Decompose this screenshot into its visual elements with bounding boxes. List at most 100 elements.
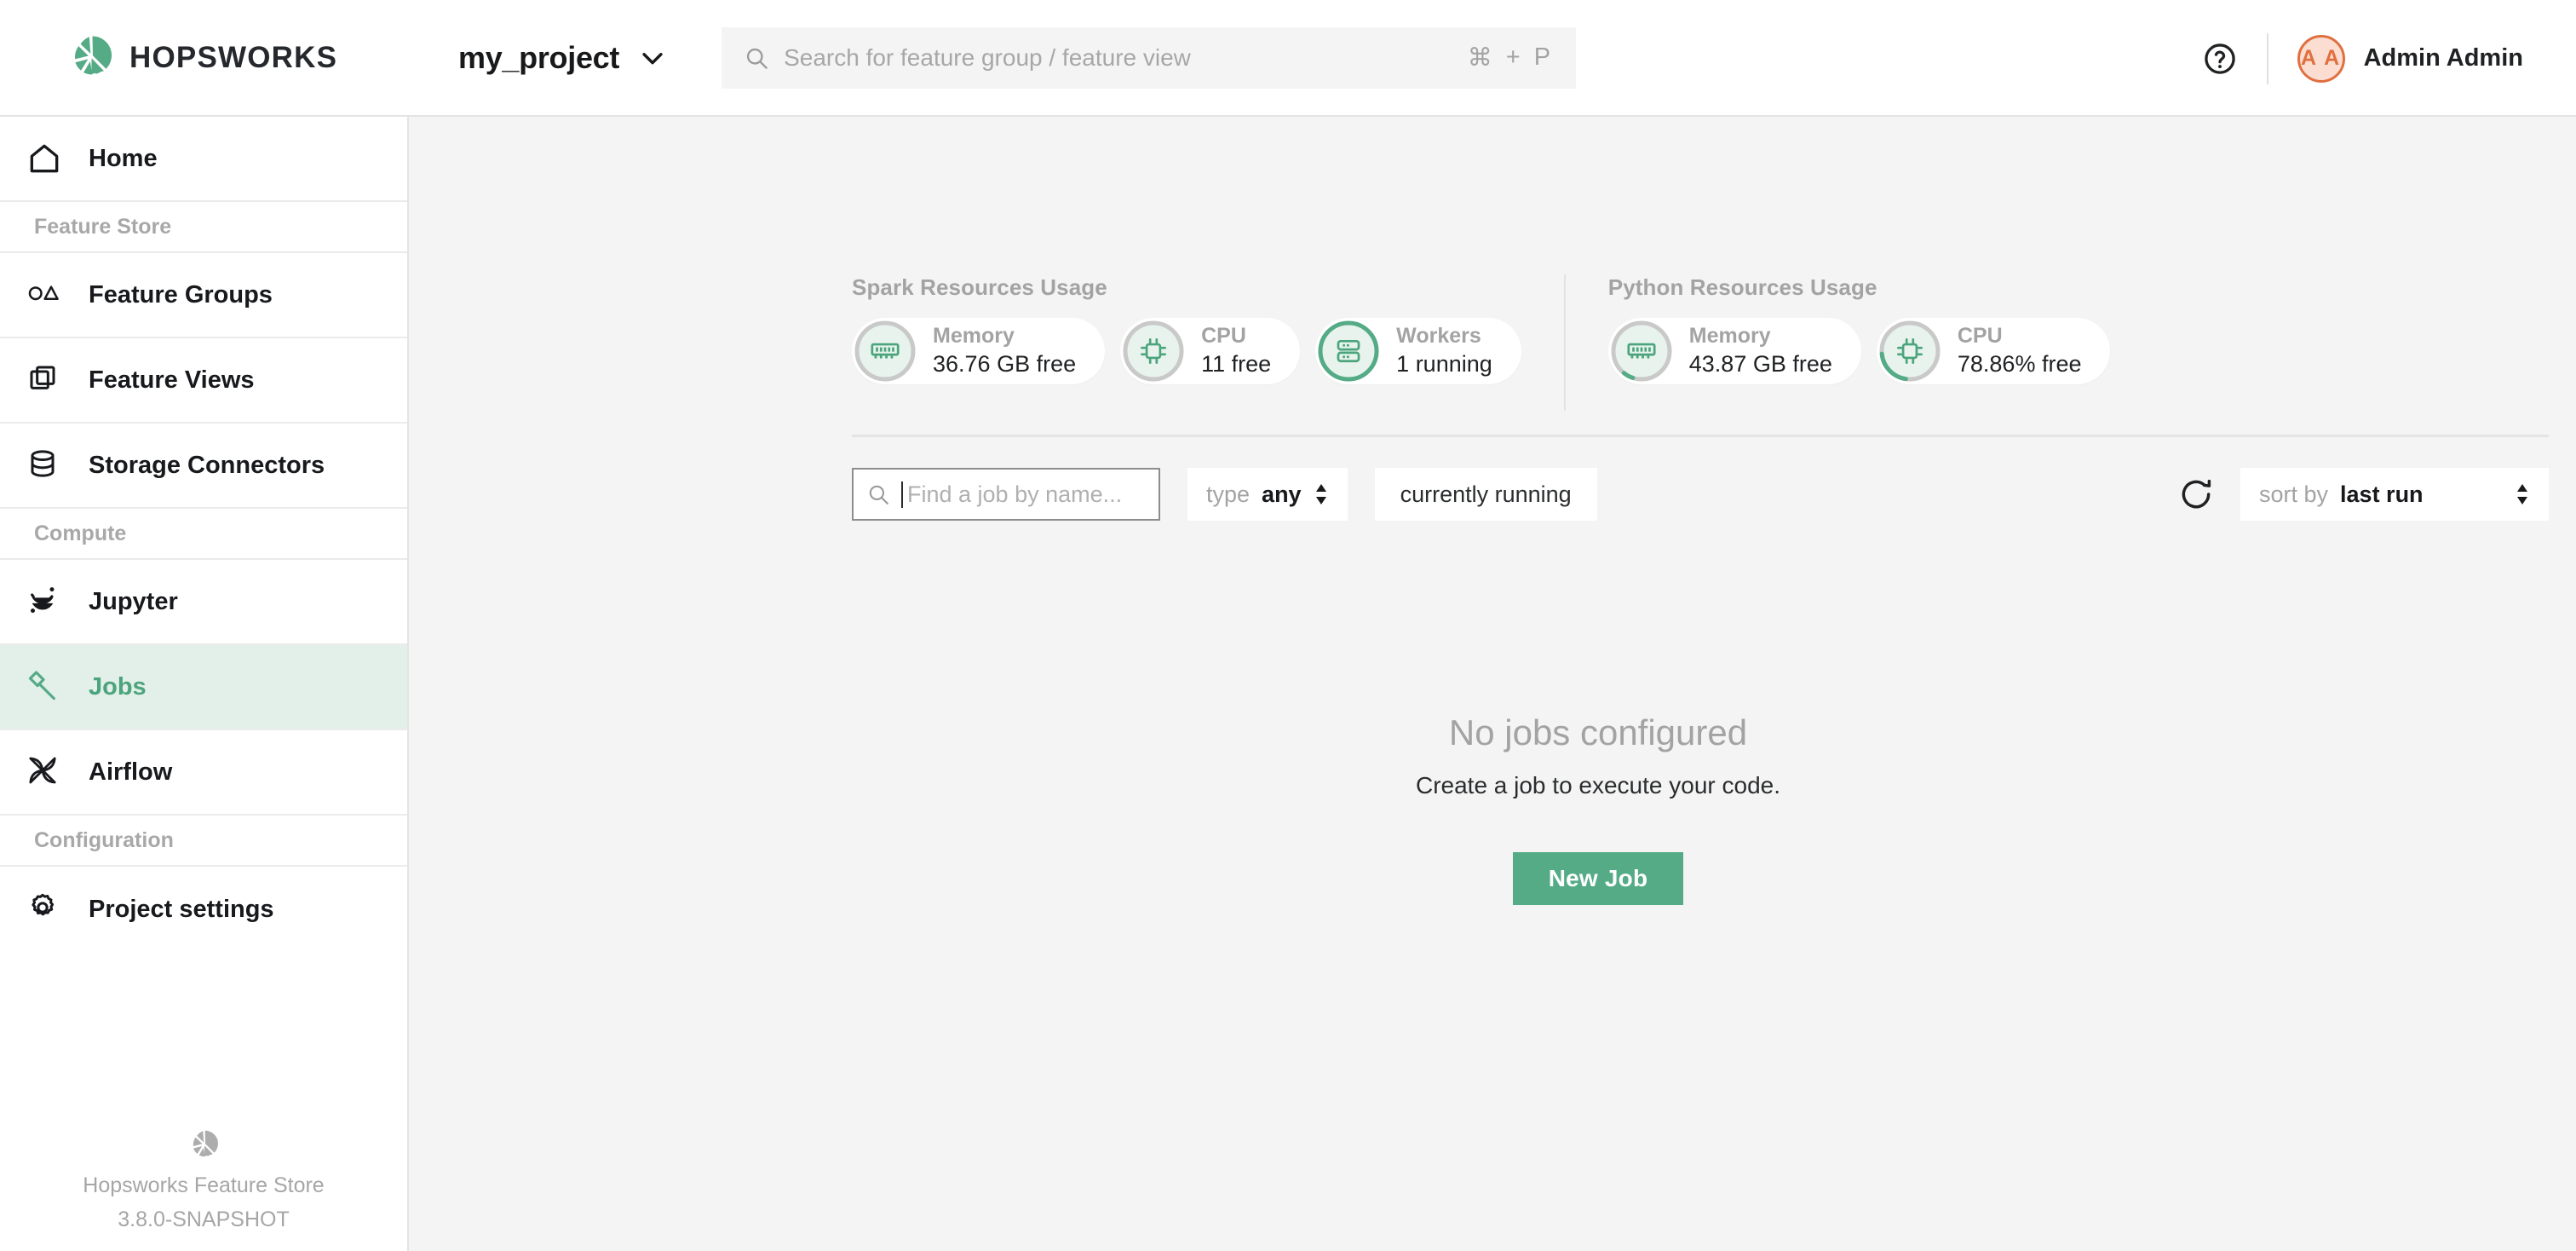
- global-search[interactable]: ⌘ + P: [722, 26, 1577, 89]
- sort-by-select[interactable]: sort by last run: [2240, 468, 2549, 521]
- usage-ring: [1315, 318, 1382, 384]
- sidebar-item-storage-connectors[interactable]: Storage Connectors: [0, 424, 407, 509]
- up-down-arrows-icon: [1314, 481, 1329, 507]
- header-divider: [2266, 32, 2268, 84]
- resource-value: 1 running: [1396, 350, 1492, 377]
- brand-name: HOPSWORKS: [129, 40, 338, 74]
- type-filter-key: type: [1206, 481, 1251, 507]
- circle-triangle-icon: [26, 276, 63, 314]
- hop-cone-logo-icon: [66, 34, 114, 82]
- resource-card-spark-memory[interactable]: Memory 36.76 GB free: [852, 318, 1106, 384]
- body-row: Home Feature Store Feature Groups Featur…: [0, 117, 2576, 1251]
- search-icon: [745, 46, 768, 70]
- server-stack-icon: [1332, 335, 1365, 367]
- footer-version: 3.8.0-SNAPSHOT: [118, 1207, 290, 1231]
- chevron-down-icon: [638, 43, 667, 72]
- empty-state-title: No jobs configured: [1448, 712, 1748, 752]
- sidebar: Home Feature Store Feature Groups Featur…: [0, 117, 409, 1251]
- resource-card-spark-cpu[interactable]: CPU 11 free: [1120, 318, 1301, 384]
- resource-card-texts: CPU 11 free: [1201, 323, 1271, 379]
- resource-card-python-cpu[interactable]: CPU 78.86% free: [1876, 318, 2111, 384]
- hop-cone-logo-gray-icon: [187, 1129, 220, 1162]
- database-cylinder-icon: [26, 447, 63, 484]
- spark-resource-cards: Memory 36.76 GB free CPU 11 free Workers…: [852, 318, 1521, 384]
- resources-vertical-divider: [1563, 274, 1566, 411]
- sidebar-item-feature-groups[interactable]: Feature Groups: [0, 253, 407, 338]
- refresh-icon[interactable]: [2177, 476, 2215, 513]
- empty-state-subtitle: Create a job to execute your code.: [1415, 772, 1781, 798]
- sidebar-item-home[interactable]: Home: [0, 117, 407, 202]
- shortcut-key-cmd: ⌘: [1467, 44, 1492, 72]
- sort-by-key: sort by: [2259, 481, 2329, 507]
- sidebar-item-jobs[interactable]: Jobs: [0, 645, 407, 730]
- project-selector[interactable]: my_project: [458, 40, 667, 76]
- resource-label: CPU: [1957, 324, 2003, 349]
- main-content: Spark Resources Usage Memory 36.76 GB fr…: [409, 117, 2576, 1251]
- sidebar-section-label: Compute: [34, 521, 127, 545]
- job-search-box[interactable]: [852, 468, 1209, 521]
- currently-running-filter[interactable]: currently running: [1374, 468, 1597, 521]
- usage-ring: [852, 318, 918, 384]
- cpu-chip-icon: [1137, 335, 1170, 367]
- resource-label: Memory: [933, 324, 1015, 349]
- sidebar-item-label: Feature Views: [89, 366, 255, 394]
- new-job-button[interactable]: New Job: [1512, 852, 1684, 905]
- jobs-empty-state: No jobs configured Create a job to execu…: [409, 528, 2576, 1251]
- sort-by-value: last run: [2340, 481, 2424, 507]
- sidebar-item-jupyter[interactable]: Jupyter: [0, 560, 407, 645]
- brand-logo[interactable]: HOPSWORKS: [0, 34, 409, 82]
- sidebar-item-label: Airflow: [89, 758, 173, 786]
- type-filter-value: any: [1262, 481, 1302, 507]
- sidebar-item-project-settings[interactable]: Project settings: [0, 867, 407, 952]
- usage-ring: [1877, 318, 1943, 384]
- sidebar-item-feature-views[interactable]: Feature Views: [0, 338, 407, 424]
- resources-area: Spark Resources Usage Memory 36.76 GB fr…: [409, 117, 2576, 437]
- resource-card-texts: Memory 36.76 GB free: [933, 323, 1076, 379]
- resource-label: CPU: [1201, 324, 1246, 349]
- type-filter-select[interactable]: type any: [1187, 468, 1348, 521]
- resource-label: Workers: [1396, 324, 1481, 349]
- resource-value: 11 free: [1201, 350, 1272, 377]
- sidebar-footer: Hopsworks Feature Store 3.8.0-SNAPSHOT: [0, 1129, 407, 1251]
- sidebar-item-label: Storage Connectors: [89, 451, 325, 479]
- avatar[interactable]: A A: [2297, 34, 2345, 83]
- sidebar-item-label: Jobs: [89, 672, 147, 700]
- jupyter-planet-icon: [26, 583, 63, 620]
- house-icon: [26, 140, 63, 177]
- resource-card-spark-workers[interactable]: Workers 1 running: [1315, 318, 1521, 384]
- resource-card-python-memory[interactable]: Memory 43.87 GB free: [1607, 318, 1861, 384]
- shortcut-key-plus: +: [1505, 43, 1521, 71]
- sidebar-section-label: Feature Store: [34, 214, 172, 239]
- sidebar-item-label: Feature Groups: [89, 280, 273, 308]
- question-mark-circle-icon[interactable]: [2202, 41, 2238, 77]
- search-icon: [867, 483, 889, 505]
- pinwheel-icon: [26, 753, 63, 791]
- up-down-arrows-icon: [2515, 481, 2530, 507]
- app-header: HOPSWORKS my_project ⌘ + P A A: [0, 0, 2576, 117]
- search-input[interactable]: [901, 481, 1209, 508]
- search-shortcut-hint: ⌘ + P: [1468, 43, 1550, 72]
- header-right-cluster: A A Admin Admin: [2202, 0, 2523, 117]
- resource-card-texts: Workers 1 running: [1396, 323, 1492, 379]
- sidebar-item-label: Project settings: [89, 895, 274, 923]
- resource-label: Memory: [1688, 324, 1771, 349]
- sidebar-item-label: Home: [89, 144, 158, 172]
- overlapping-squares-icon: [26, 361, 63, 399]
- ram-stick-icon: [1625, 335, 1658, 367]
- search-input[interactable]: [784, 43, 1468, 72]
- user-name[interactable]: Admin Admin: [2364, 44, 2523, 72]
- sidebar-section-feature-store: Feature Store: [0, 202, 407, 253]
- spark-resources-group: Spark Resources Usage Memory 36.76 GB fr…: [852, 274, 1521, 384]
- python-resource-cards: Memory 43.87 GB free CPU 78.86% free: [1607, 318, 2111, 384]
- sidebar-item-airflow[interactable]: Airflow: [0, 730, 407, 816]
- resource-card-texts: CPU 78.86% free: [1958, 323, 2082, 379]
- gear-icon: [26, 891, 63, 928]
- sidebar-section-compute: Compute: [0, 509, 407, 560]
- python-resources-title: Python Resources Usage: [1607, 274, 1877, 300]
- currently-running-label: currently running: [1400, 481, 1572, 507]
- python-resources-group: Python Resources Usage Memory 43.87 GB f…: [1607, 274, 2111, 384]
- sidebar-item-label: Jupyter: [89, 587, 178, 615]
- resource-value: 43.87 GB free: [1688, 350, 1832, 377]
- cpu-chip-icon: [1894, 335, 1926, 367]
- sidebar-section-configuration: Configuration: [0, 816, 407, 867]
